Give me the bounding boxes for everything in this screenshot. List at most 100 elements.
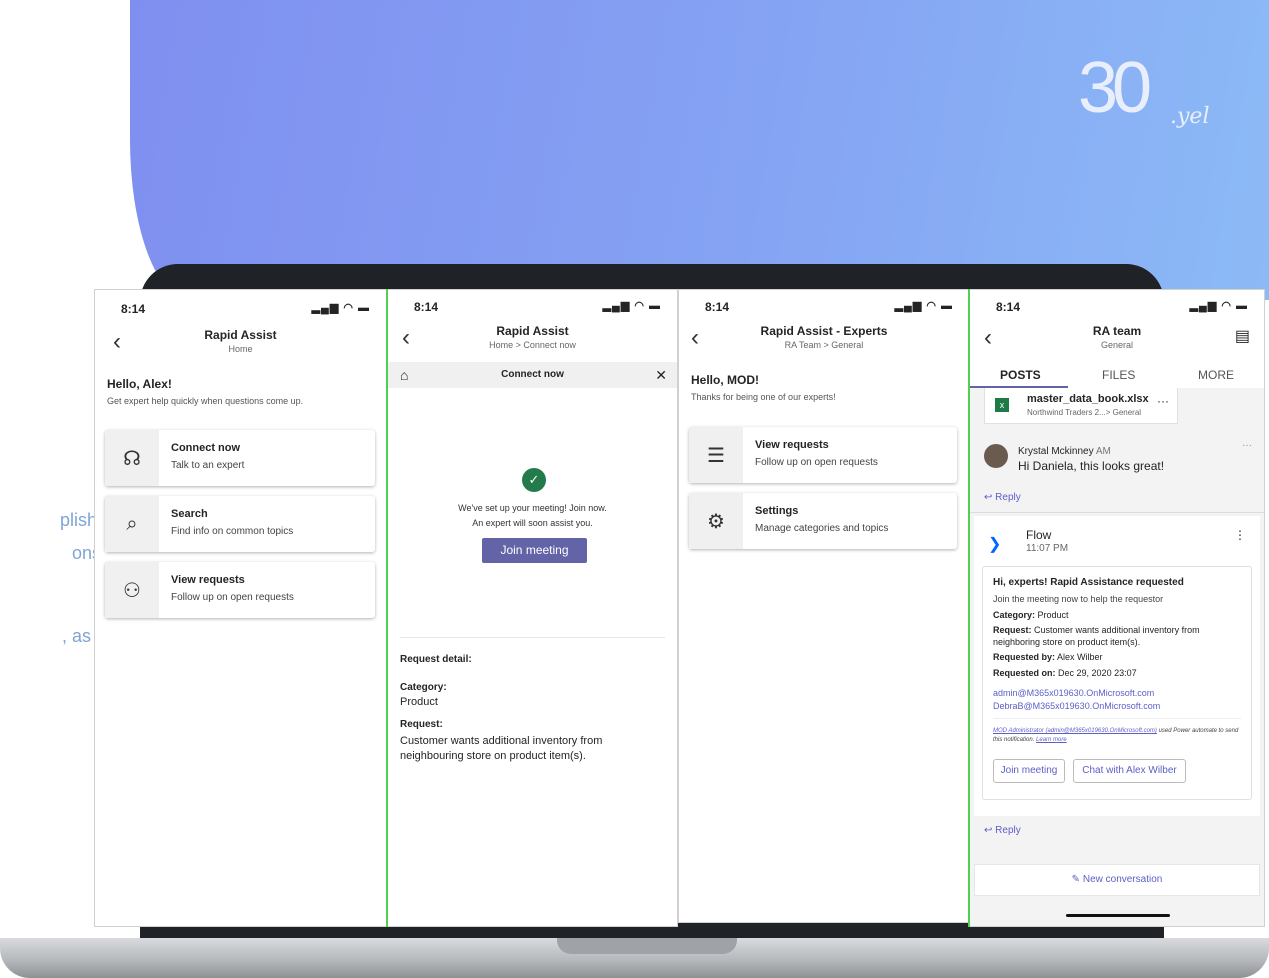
status-time: 8:14 — [996, 300, 1021, 314]
requested-by-row: Requested by: Alex Wilber — [993, 652, 1103, 662]
view-requests-card[interactable]: ☰ View requests Follow up on open request… — [689, 427, 957, 483]
meeting-set-message: We've set up your meeting! Join now. — [458, 503, 607, 513]
more-vertical-icon[interactable]: ⋮ — [1234, 528, 1246, 542]
join-meeting-button[interactable]: Join meeting — [993, 759, 1065, 783]
request-row: Request: Customer wants additional inven… — [993, 624, 1243, 648]
logo-suffix: .yel — [1170, 104, 1210, 129]
reply-link[interactable]: ↩ Reply — [984, 825, 1021, 836]
status-time: 8:14 — [705, 300, 730, 314]
brand-logo: 30 .yel — [1078, 52, 1209, 129]
phone-teams-channel: 8:14 ▂▄▆ ◠ ▬ ‹ RA team General ▤ POSTS F… — [970, 289, 1265, 927]
card-title: View requests — [755, 439, 829, 451]
requested-on-label: Requested on: — [993, 668, 1056, 678]
app-subtitle: Home — [228, 344, 253, 354]
status-time: 8:14 — [414, 300, 439, 314]
avatar — [984, 444, 1008, 468]
greeting-subtext: Thanks for being one of our experts! — [691, 392, 836, 402]
more-icon[interactable]: ··· — [1157, 394, 1169, 408]
settings-card[interactable]: ⚙ Settings Manage categories and topics — [689, 493, 957, 549]
posts-feed: x master_data_book.xlsx Northwind Trader… — [970, 388, 1264, 926]
card-subtitle: Talk to an expert — [171, 460, 245, 471]
app-subtitle: RA Team > General — [784, 340, 864, 350]
app-subtitle: Home > Connect now — [489, 340, 576, 350]
request-label: Request: — [993, 625, 1032, 635]
requested-on-row: Requested on: Dec 29, 2020 23:07 — [993, 668, 1137, 678]
greeting: Hello, MOD! — [691, 373, 759, 387]
flow-time: 11:07 PM — [1026, 543, 1069, 554]
request-detail-label: Request detail: — [400, 654, 472, 665]
people-icon: ⚇ — [105, 562, 159, 618]
more-icon[interactable]: ··· — [1242, 440, 1252, 451]
status-bar: 8:14 ▂▄▆ ◠ ▬ — [679, 298, 969, 316]
card-title: View requests — [171, 574, 245, 586]
category-label: Category: — [993, 610, 1036, 620]
file-attachment[interactable]: x master_data_book.xlsx Northwind Trader… — [984, 388, 1178, 424]
tab-posts[interactable]: POSTS — [1000, 368, 1041, 382]
notification-footer: MOD Administrator (admin@M365x019630.OnM… — [993, 727, 1247, 745]
learn-more-link[interactable]: Learn more — [1036, 737, 1067, 743]
divider — [400, 637, 665, 638]
close-icon[interactable]: ✕ — [655, 362, 667, 388]
signal-wifi-battery-icon: ▂▄▆ ◠ ▬ — [311, 302, 370, 314]
status-bar: 8:14 ▂▄▆ ◠ ▬ — [970, 298, 1264, 316]
compose-icon[interactable]: ▤ — [1235, 326, 1250, 346]
app-header: ‹ Rapid Assist Home — [95, 322, 386, 362]
back-icon[interactable]: ‹ — [691, 326, 699, 350]
category-label: Category: — [400, 682, 447, 693]
back-icon[interactable]: ‹ — [402, 326, 410, 350]
new-conversation-button[interactable]: ✎ New conversation — [974, 864, 1260, 896]
author-line: Krystal Mckinney AM — [1018, 446, 1111, 457]
chat-button[interactable]: Chat with Alex Wilber — [1073, 759, 1186, 783]
card-title: Settings — [755, 505, 799, 517]
signal-wifi-battery-icon: ▂▄▆ ◠ ▬ — [1189, 300, 1248, 312]
app-header: ‹ Rapid Assist - Experts RA Team > Gener… — [679, 318, 969, 358]
message-text: Hi Daniela, this looks great! — [1018, 459, 1165, 473]
phone-connect-now: 8:14 ▂▄▆ ◠ ▬ ‹ Rapid Assist Home > Conne… — [388, 289, 678, 927]
reply-link[interactable]: ↩ Reply — [984, 492, 1021, 503]
background-gradient — [130, 0, 1269, 300]
tab-more[interactable]: MORE — [1198, 368, 1234, 382]
category-value: Product — [400, 696, 438, 708]
stage: 30 .yel plished onse , as a 8:14 ▂▄▆ ◠ ▬… — [0, 0, 1269, 978]
app-header: ‹ Rapid Assist Home > Connect now — [388, 318, 677, 358]
tab-files[interactable]: FILES — [1102, 368, 1135, 382]
card-subtitle: Follow up on open requests — [171, 592, 294, 603]
status-bar: 8:14 ▂▄▆ ◠ ▬ — [388, 298, 677, 316]
email-link[interactable]: DebraB@M365x019630.OnMicrosoft.com — [993, 701, 1160, 711]
expert-assist-message: An expert will soon assist you. — [472, 518, 593, 528]
check-circle-icon: ✓ — [522, 468, 546, 492]
card-subtitle: Join the meeting now to help the request… — [993, 594, 1164, 604]
divider — [993, 718, 1241, 719]
view-requests-card[interactable]: ⚇ View requests Follow up on open request… — [105, 562, 375, 618]
app-title: Rapid Assist — [496, 324, 569, 338]
author-name: Krystal Mckinney — [1018, 446, 1094, 457]
new-conversation-label: New conversation — [1082, 874, 1163, 885]
laptop-notch — [557, 938, 737, 954]
back-icon[interactable]: ‹ — [984, 326, 992, 350]
divider — [970, 512, 1264, 513]
status-bar: 8:14 ▂▄▆ ◠ ▬ — [95, 300, 386, 318]
email-link[interactable]: admin@M365x019630.OnMicrosoft.com — [993, 688, 1154, 698]
admin-link[interactable]: MOD Administrator (admin@M365x019630.OnM… — [993, 728, 1157, 734]
search-card[interactable]: ⌕ Search Find info on common topics — [105, 496, 375, 552]
signal-wifi-battery-icon: ▂▄▆ ◠ ▬ — [602, 300, 661, 312]
tab-title: Connect now — [501, 369, 564, 380]
search-icon: ⌕ — [105, 496, 159, 552]
flow-post: ❯ Flow 11:07 PM ⋮ Hi, experts! Rapid Ass… — [974, 516, 1260, 816]
connect-now-card[interactable]: ☊ Connect now Talk to an expert — [105, 430, 375, 486]
card-subtitle: Follow up on open requests — [755, 457, 878, 468]
app-title: RA team — [1092, 324, 1142, 338]
home-icon[interactable]: ⌂ — [400, 362, 408, 388]
reply-icon: ↩ — [984, 825, 993, 836]
app-subtitle: General — [1100, 340, 1134, 350]
category-value: Product — [1037, 610, 1069, 620]
file-path: Northwind Traders 2...> General — [1027, 408, 1142, 417]
join-meeting-button[interactable]: Join meeting — [482, 538, 587, 563]
app-title: Rapid Assist — [204, 328, 277, 342]
home-indicator — [1066, 914, 1170, 917]
list-icon: ☰ — [689, 427, 743, 483]
flow-name: Flow — [1026, 528, 1052, 542]
app-title: Rapid Assist - Experts — [760, 324, 888, 338]
card-title: Hi, experts! Rapid Assistance requested — [993, 577, 1184, 588]
back-icon[interactable]: ‹ — [113, 330, 121, 354]
